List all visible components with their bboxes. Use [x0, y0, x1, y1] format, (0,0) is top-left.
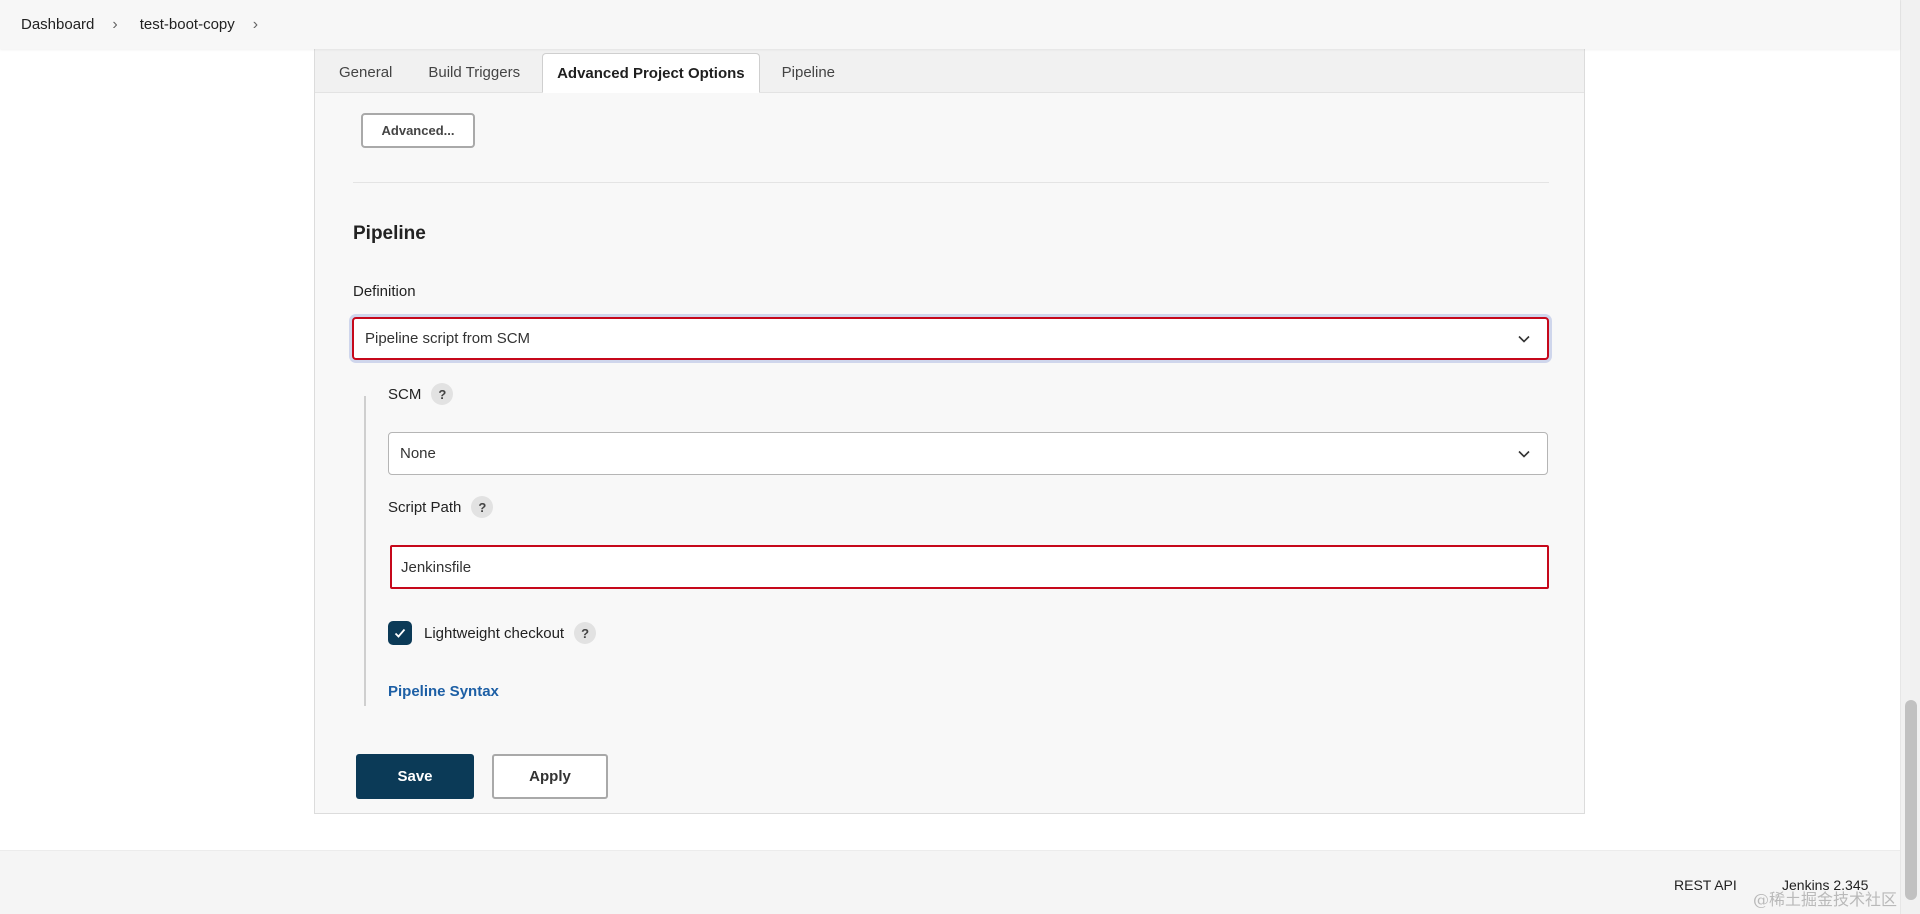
pipeline-syntax-link[interactable]: Pipeline Syntax [388, 683, 499, 700]
chevron-right-icon[interactable]: › [253, 16, 258, 34]
scm-select[interactable]: None [388, 432, 1548, 475]
breadcrumb-dashboard[interactable]: Dashboard [21, 16, 94, 33]
definition-select-value: Pipeline script from SCM [365, 330, 531, 347]
scm-select-value: None [400, 445, 436, 462]
tab-build-triggers[interactable]: Build Triggers [414, 52, 534, 92]
lightweight-checkout-row: Lightweight checkout ? [388, 621, 597, 645]
advanced-button[interactable]: Advanced... [361, 113, 475, 148]
chevron-down-icon [1518, 450, 1530, 458]
lightweight-checkout-checkbox[interactable] [388, 621, 412, 645]
help-icon[interactable]: ? [431, 383, 454, 405]
config-panel: General Build Triggers Advanced Project … [314, 49, 1585, 814]
scrollbar-thumb[interactable] [1905, 700, 1917, 900]
chevron-down-icon [1518, 335, 1530, 343]
tab-advanced-project-options[interactable]: Advanced Project Options [542, 53, 760, 93]
tab-pipeline[interactable]: Pipeline [768, 52, 849, 92]
lightweight-checkout-label: Lightweight checkout [424, 624, 565, 642]
script-path-label-text: Script Path [388, 498, 462, 516]
chevron-right-icon: › [112, 15, 118, 33]
script-path-input[interactable] [390, 545, 1549, 589]
checkmark-icon [394, 628, 406, 638]
breadcrumb: Dashboard › test-boot-copy › [0, 0, 1900, 49]
page-footer: REST API Jenkins 2.345 [0, 850, 1900, 914]
scm-label-text: SCM [388, 385, 422, 403]
config-tabs: General Build Triggers Advanced Project … [315, 49, 1584, 93]
definition-label: Definition [353, 283, 416, 300]
help-icon[interactable]: ? [471, 496, 494, 518]
apply-button[interactable]: Apply [492, 754, 608, 799]
pipeline-section-title: Pipeline [353, 223, 426, 244]
watermark: @稀土掘金技术社区 [1753, 890, 1898, 909]
nested-section-indicator [364, 396, 366, 706]
tab-general[interactable]: General [325, 52, 406, 92]
page-scrollbar[interactable] [1900, 0, 1920, 914]
definition-select[interactable]: Pipeline script from SCM [352, 317, 1549, 360]
help-icon[interactable]: ? [574, 622, 597, 644]
script-path-label: Script Path ? [388, 496, 494, 518]
breadcrumb-project[interactable]: test-boot-copy [140, 16, 235, 33]
rest-api-link[interactable]: REST API [1674, 877, 1737, 893]
scm-label: SCM ? [388, 383, 454, 405]
save-button[interactable]: Save [356, 754, 474, 799]
section-divider [353, 182, 1549, 183]
